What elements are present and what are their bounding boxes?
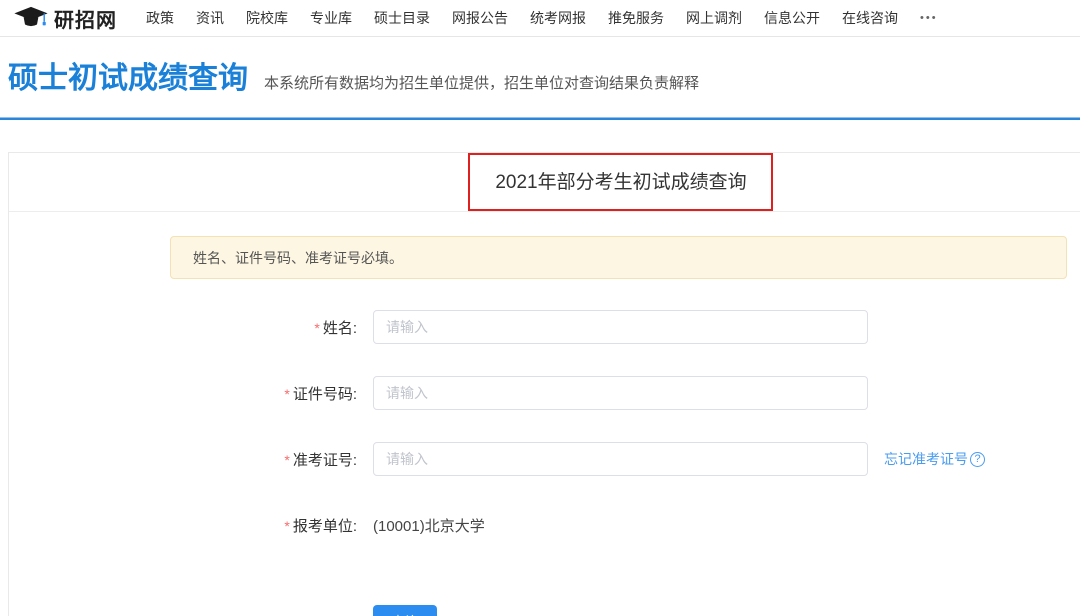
- required-asterisk: *: [314, 320, 319, 336]
- required-asterisk: *: [284, 452, 289, 468]
- site-logo-text: 研招网: [54, 4, 117, 33]
- form-row-name: *姓名:: [9, 310, 1080, 344]
- nav-item-unified-exam[interactable]: 统考网报: [530, 8, 586, 28]
- nav-item-major-library[interactable]: 专业库: [310, 8, 352, 28]
- name-label: *姓名:: [9, 317, 357, 338]
- nav-item-exempt-service[interactable]: 推免服务: [608, 8, 664, 28]
- page-subtitle: 本系统所有数据均为招生单位提供，招生单位对查询结果负责解释: [264, 72, 699, 93]
- nav-item-online-announcement[interactable]: 网报公告: [452, 8, 508, 28]
- page-header: 硕士初试成绩查询 本系统所有数据均为招生单位提供，招生单位对查询结果负责解释: [0, 37, 1080, 117]
- admission-ticket-input[interactable]: [373, 442, 868, 476]
- name-input[interactable]: [373, 310, 868, 344]
- id-number-input[interactable]: [373, 376, 868, 410]
- form-row-admission-ticket: *准考证号: 忘记准考证号 ?: [9, 442, 1080, 476]
- query-form: *姓名: *证件号码: *准考证号: 忘记准考证号 ? *报考单位: (1: [9, 310, 1080, 616]
- panel-title: 2021年部分考生初试成绩查询: [9, 153, 1080, 212]
- target-university-value: (10001)北京大学: [373, 515, 485, 536]
- target-university-label: *报考单位:: [9, 515, 357, 536]
- query-submit-button[interactable]: 查询: [373, 605, 437, 616]
- required-asterisk: *: [284, 518, 289, 534]
- page-title: 硕士初试成绩查询: [8, 57, 248, 101]
- nav-item-online-consult[interactable]: 在线咨询: [842, 8, 898, 28]
- nav-item-school-library[interactable]: 院校库: [246, 8, 288, 28]
- required-asterisk: *: [284, 386, 289, 402]
- required-fields-alert: 姓名、证件号码、准考证号必填。: [170, 236, 1067, 279]
- nav-item-policy[interactable]: 政策: [146, 8, 174, 28]
- site-logo[interactable]: 研招网: [14, 4, 117, 33]
- blue-divider: [0, 117, 1080, 120]
- query-panel: 2021年部分考生初试成绩查询 姓名、证件号码、准考证号必填。 *姓名: *证件…: [8, 152, 1080, 616]
- id-number-label: *证件号码:: [9, 383, 357, 404]
- nav-item-online-adjustment[interactable]: 网上调剂: [686, 8, 742, 28]
- nav-item-info-disclosure[interactable]: 信息公开: [764, 8, 820, 28]
- admission-ticket-label: *准考证号:: [9, 449, 357, 470]
- alert-text: 姓名、证件号码、准考证号必填。: [193, 248, 403, 268]
- graduation-cap-icon: [14, 6, 48, 30]
- nav-item-news[interactable]: 资讯: [196, 8, 224, 28]
- nav-menu: 政策 资讯 院校库 专业库 硕士目录 网报公告 统考网报 推免服务 网上调剂 信…: [135, 8, 949, 28]
- form-row-target-university: *报考单位: (10001)北京大学: [9, 508, 1080, 542]
- forgot-ticket-link[interactable]: 忘记准考证号 ?: [884, 449, 985, 469]
- nav-item-master-catalog[interactable]: 硕士目录: [374, 8, 430, 28]
- form-row-id-number: *证件号码:: [9, 376, 1080, 410]
- nav-more-ellipsis-icon[interactable]: •••: [920, 12, 938, 24]
- question-circle-icon: ?: [970, 452, 985, 467]
- top-navbar: 研招网 政策 资讯 院校库 专业库 硕士目录 网报公告 统考网报 推免服务 网上…: [0, 0, 1080, 37]
- panel-header: 2021年部分考生初试成绩查询: [9, 153, 1080, 212]
